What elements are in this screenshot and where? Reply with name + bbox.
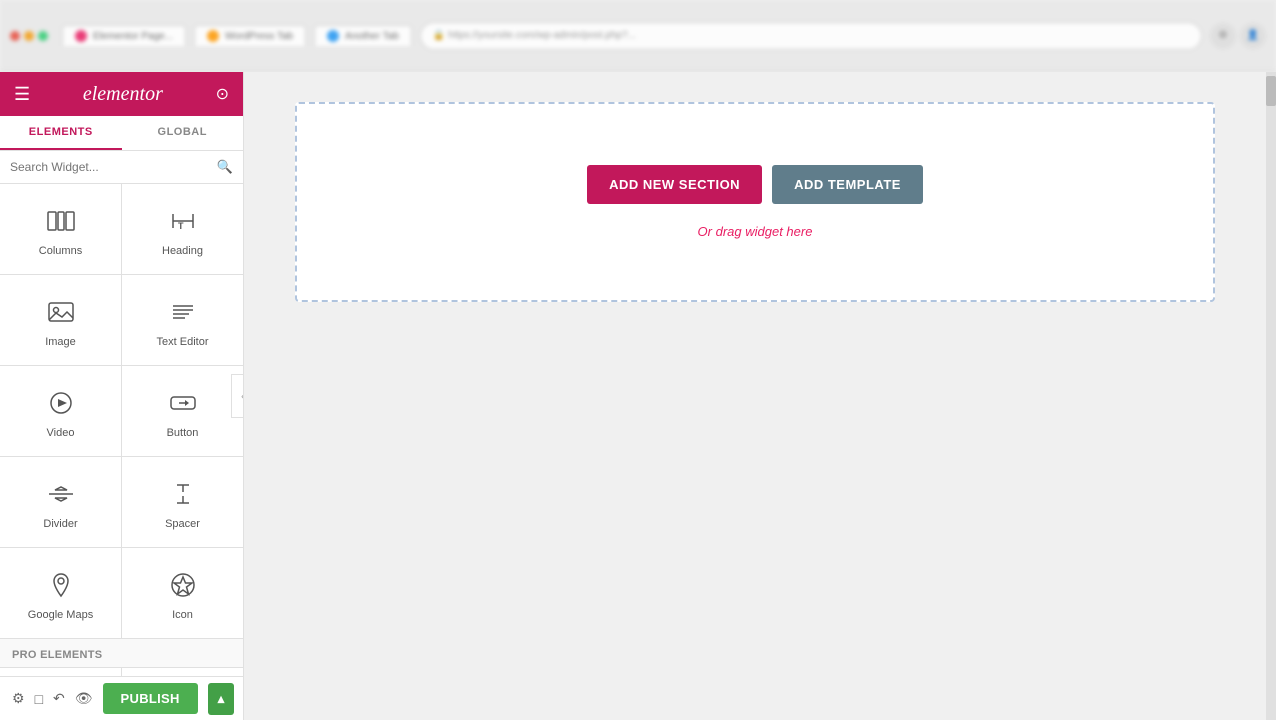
pro-elements-label: PRO ELEMENTS: [0, 639, 243, 667]
widgets-container: Columns T Heading: [0, 184, 243, 676]
widget-google-maps[interactable]: Google Maps: [0, 548, 121, 638]
tab-elements[interactable]: ELEMENTS: [0, 116, 122, 150]
canvas-drop-zone: ADD NEW SECTION ADD TEMPLATE Or drag wid…: [295, 102, 1215, 302]
browser-action-2[interactable]: 👤: [1240, 23, 1266, 49]
widget-image[interactable]: Image: [0, 275, 121, 365]
browser-tab-3[interactable]: Another Tab: [314, 25, 412, 46]
widgets-grid: Columns T Heading: [0, 184, 243, 676]
tab-global[interactable]: GLOBAL: [122, 116, 244, 150]
widget-columns-label: Columns: [39, 245, 82, 257]
widget-spacer-label: Spacer: [165, 518, 200, 530]
canvas-buttons: ADD NEW SECTION ADD TEMPLATE: [587, 165, 923, 204]
widget-text-editor-label: Text Editor: [157, 336, 209, 348]
image-icon: [45, 296, 77, 328]
grid-icon[interactable]: ⊙: [216, 84, 229, 104]
widget-button-label: Button: [167, 427, 199, 439]
sidebar-tabs: ELEMENTS GLOBAL: [0, 116, 243, 151]
widget-video[interactable]: Video: [0, 366, 121, 456]
browser-tab-1[interactable]: Elementor Page...: [62, 25, 186, 46]
browser-bar: Elementor Page... WordPress Tab Another …: [0, 0, 1276, 72]
widget-video-label: Video: [47, 427, 75, 439]
widget-image-label: Image: [45, 336, 76, 348]
svg-text:T: T: [178, 221, 184, 231]
elementor-logo: elementor: [83, 83, 163, 106]
widget-posts[interactable]: Posts: [0, 668, 121, 676]
add-template-button[interactable]: ADD TEMPLATE: [772, 165, 923, 204]
widget-google-maps-label: Google Maps: [28, 609, 93, 621]
spacer-icon: [167, 478, 199, 510]
widget-columns[interactable]: Columns: [0, 184, 121, 274]
undo-icon[interactable]: ↶: [53, 684, 65, 714]
settings-icon[interactable]: ⚙: [12, 684, 25, 714]
canvas-scroll: ADD NEW SECTION ADD TEMPLATE Or drag wid…: [244, 72, 1266, 720]
widget-heading[interactable]: T Heading: [122, 184, 243, 274]
widget-icon-label: Icon: [172, 609, 193, 621]
hamburger-icon[interactable]: ☰: [14, 84, 30, 105]
columns-icon: [45, 205, 77, 237]
widget-icon[interactable]: Icon: [122, 548, 243, 638]
right-scrollbar[interactable]: [1266, 72, 1276, 720]
add-new-section-button[interactable]: ADD NEW SECTION: [587, 165, 762, 204]
browser-tab-2[interactable]: WordPress Tab: [194, 25, 306, 46]
sidebar: ☰ elementor ⊙ ELEMENTS GLOBAL 🔍: [0, 72, 244, 720]
browser-action-1[interactable]: ⚙: [1210, 23, 1236, 49]
divider-icon: [45, 478, 77, 510]
widget-portfolio[interactable]: Portfolio: [122, 668, 243, 676]
responsive-icon[interactable]: □: [35, 684, 43, 714]
publish-arrow-button[interactable]: ▴: [208, 683, 235, 715]
video-icon: [45, 387, 77, 419]
drag-hint: Or drag widget here: [698, 224, 813, 239]
search-icon[interactable]: 🔍: [217, 159, 233, 175]
search-input[interactable]: [10, 160, 211, 174]
widget-text-editor[interactable]: Text Editor: [122, 275, 243, 365]
bottom-toolbar: ⚙ □ ↶ 👁 PUBLISH ▴: [0, 676, 243, 720]
widget-divider[interactable]: Divider: [0, 457, 121, 547]
widget-divider-label: Divider: [43, 518, 77, 530]
widget-button[interactable]: Button: [122, 366, 243, 456]
heading-icon: T: [167, 205, 199, 237]
url-bar[interactable]: 🔒 https://yoursite.com/wp-admin/post.php…: [420, 22, 1202, 50]
button-icon: [167, 387, 199, 419]
eye-icon[interactable]: 👁: [75, 684, 93, 714]
icon-widget-icon: [167, 569, 199, 601]
text-editor-icon: [167, 296, 199, 328]
search-bar: 🔍: [0, 151, 243, 184]
widget-spacer[interactable]: Spacer: [122, 457, 243, 547]
publish-button[interactable]: PUBLISH: [103, 683, 198, 714]
canvas-area: ADD NEW SECTION ADD TEMPLATE Or drag wid…: [244, 72, 1266, 720]
browser-actions: ⚙ 👤: [1210, 23, 1266, 49]
sidebar-header: ☰ elementor ⊙: [0, 72, 243, 116]
widget-heading-label: Heading: [162, 245, 203, 257]
app-container: ☰ elementor ⊙ ELEMENTS GLOBAL 🔍: [0, 72, 1276, 720]
sidebar-collapse-toggle[interactable]: ‹: [231, 374, 244, 418]
google-maps-icon: [45, 569, 77, 601]
scrollbar-thumb: [1266, 76, 1276, 106]
